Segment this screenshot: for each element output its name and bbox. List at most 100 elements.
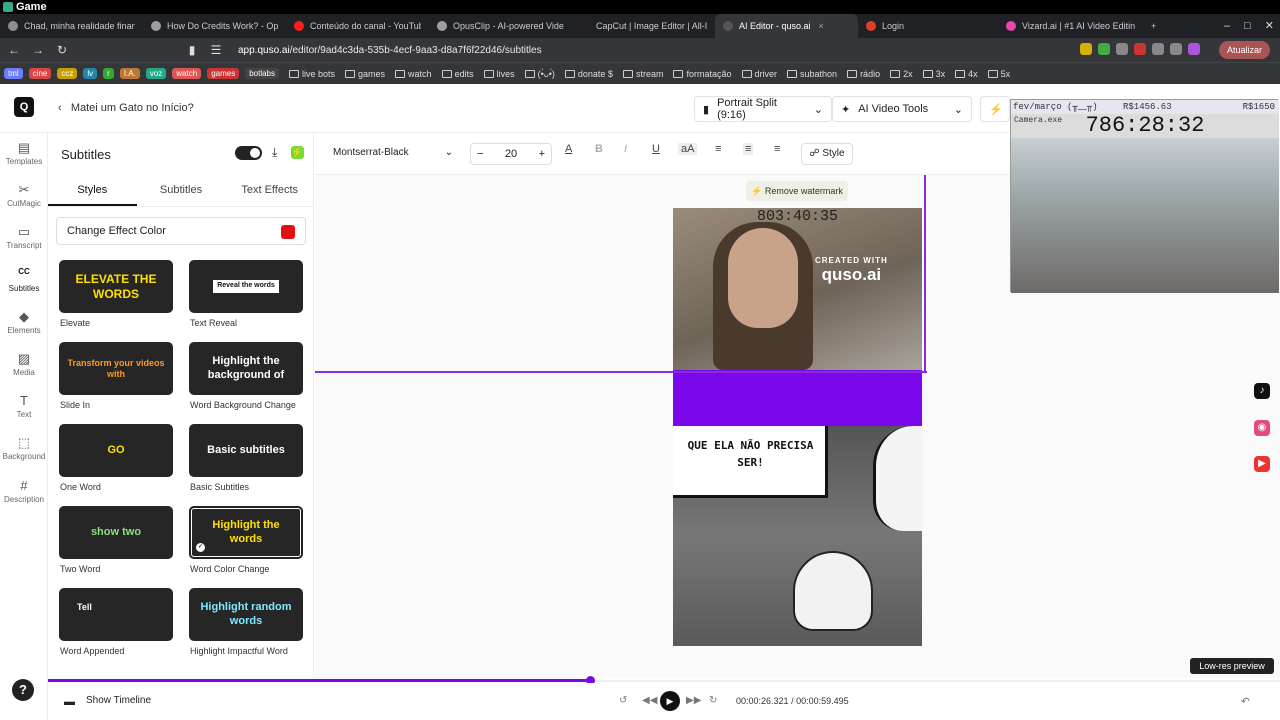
browser-tab[interactable]: CapCut | Image Editor | All-In	[572, 14, 715, 38]
subtitle-style-card[interactable]: Highlight the words ✓	[189, 506, 303, 559]
browser-tab[interactable]: How Do Credits Work? - Opus	[143, 14, 286, 38]
forward-arrow-icon[interactable]: →	[28, 43, 48, 57]
extension-icon[interactable]	[1134, 43, 1146, 55]
align-left-icon[interactable]: ≡	[715, 143, 721, 155]
change-effect-color-button[interactable]: Change Effect Color	[56, 217, 306, 245]
bookmark-folder[interactable]: 3x	[922, 69, 945, 79]
selection-line[interactable]	[315, 371, 927, 373]
boost-icon[interactable]: ⚡	[291, 146, 304, 159]
bookmark-folder[interactable]: stream	[622, 69, 663, 79]
bookmark-folder[interactable]: watch	[395, 69, 432, 79]
youtube-shorts-icon[interactable]: ▶	[1254, 456, 1270, 472]
url-field[interactable]: app.quso.ai/editor/9ad4c3da-535b-4ecf-9a…	[238, 45, 542, 56]
bookmark-folder[interactable]: subathon	[787, 69, 837, 79]
font-size-stepper[interactable]: − 20 +	[470, 143, 552, 165]
bookmark-item[interactable]: botlabs	[245, 68, 279, 79]
play-button[interactable]: ▶	[660, 691, 680, 711]
subtitle-style-card[interactable]: Highlight the background of	[189, 342, 303, 395]
tab-subtitles[interactable]: Subtitles	[137, 173, 226, 206]
bookmark-folder[interactable]: games	[345, 69, 385, 79]
bookmark-folder[interactable]: formatação	[673, 69, 732, 79]
forward-icon[interactable]: ↻	[709, 695, 717, 706]
rail-item-cutmagic[interactable]: ✂ CutMagic	[0, 182, 48, 208]
bookmark-folder[interactable]: edits	[441, 69, 474, 79]
bookmark-folder[interactable]: donate $	[564, 69, 613, 79]
bookmark-folder[interactable]: 2x	[890, 69, 913, 79]
instagram-icon[interactable]: ◉	[1254, 420, 1270, 436]
rail-item-transcript[interactable]: ▭ Transcript	[0, 224, 48, 250]
rail-item-text[interactable]: T Text	[0, 393, 48, 419]
extension-icon[interactable]	[1080, 43, 1092, 55]
back-to-project[interactable]: ‹ Matei um Gato no Início?	[58, 102, 194, 114]
skip-back-icon[interactable]: ◀◀	[642, 695, 657, 706]
plus-icon[interactable]: +	[539, 148, 545, 160]
low-res-preview-badge[interactable]: Low-res preview	[1190, 658, 1274, 674]
undo-icon[interactable]: ↶	[1241, 695, 1250, 708]
close-window-icon[interactable]: ✕	[1265, 14, 1274, 38]
extension-icon[interactable]	[1188, 43, 1200, 55]
video-preview[interactable]: 803:40:35 CREATED WITH quso.ai QUE ELA N…	[673, 208, 922, 646]
subtitle-style-card[interactable]: Tell	[59, 588, 173, 641]
bookmark-item[interactable]: voz	[145, 68, 167, 79]
tab-text-effects[interactable]: Text Effects	[225, 173, 314, 206]
style-button[interactable]: ☍ Style	[801, 143, 853, 165]
rail-item-background[interactable]: ⬚ Background	[0, 435, 48, 461]
bookmark-item[interactable]: lv	[83, 68, 98, 79]
bookmark-folder[interactable]: 4x	[955, 69, 978, 79]
subtitle-style-card[interactable]: show two	[59, 506, 173, 559]
bookmark-folder[interactable]: (•̀ᴗ•́)	[524, 69, 555, 79]
browser-tab[interactable]: Login	[858, 14, 998, 38]
align-center-icon[interactable]: ≡	[743, 143, 754, 155]
extension-icon[interactable]	[1116, 43, 1128, 55]
reload-icon[interactable]: ↻	[52, 43, 72, 57]
download-icon[interactable]: ⤓	[272, 145, 277, 160]
extension-icon[interactable]	[1170, 43, 1182, 55]
subtitle-style-card[interactable]: Highlight random words	[189, 588, 303, 641]
minus-icon[interactable]: −	[477, 148, 483, 160]
ai-tools-select[interactable]: ✦ AI Video Tools ⌄	[832, 96, 972, 122]
bookmark-item[interactable]: ccz	[57, 68, 78, 79]
extension-icon[interactable]	[1152, 43, 1164, 55]
underline-icon[interactable]: U	[652, 143, 660, 155]
tiktok-icon[interactable]: ♪	[1254, 383, 1270, 399]
browser-tab[interactable]: Vizard.ai | #1 AI Video Editing	[998, 14, 1143, 38]
tab-styles[interactable]: Styles	[48, 173, 137, 206]
font-size-value[interactable]: 20	[505, 148, 517, 160]
skip-forward-icon[interactable]: ▶▶	[686, 695, 701, 706]
selection-edge[interactable]	[924, 175, 926, 372]
bookmark-item[interactable]: watch	[172, 68, 202, 79]
bookmark-item[interactable]: games	[207, 68, 240, 79]
subtitles-toggle[interactable]	[235, 146, 262, 160]
close-tab-icon[interactable]: ×	[819, 21, 824, 31]
bookmark-item[interactable]: r	[103, 68, 114, 79]
text-color-icon[interactable]: A	[565, 143, 572, 155]
boost-button[interactable]: ⚡	[980, 96, 1010, 122]
subtitle-style-card[interactable]: GO	[59, 424, 173, 477]
browser-tab[interactable]: Chad, minha realidade financ	[0, 14, 143, 38]
help-button[interactable]: ?	[12, 679, 34, 701]
rail-item-media[interactable]: ▨ Media	[0, 351, 48, 377]
remove-watermark-button[interactable]: ⚡ Remove watermark	[746, 181, 848, 201]
rail-item-description[interactable]: # Description	[0, 478, 48, 504]
bookmark-folder[interactable]: lives	[483, 69, 515, 79]
rewind-icon[interactable]: ↺	[619, 695, 627, 706]
browser-tab[interactable]: OpusClip - AI-powered Video	[429, 14, 572, 38]
subtitle-style-card[interactable]: ELEVATE THE WORDS	[59, 260, 173, 313]
bookmark-folder[interactable]: live bots	[289, 69, 335, 79]
rail-item-templates[interactable]: ▤ Templates	[0, 140, 48, 166]
bookmark-icon[interactable]: ▮	[182, 43, 202, 57]
new-tab-button[interactable]: +	[1143, 14, 1164, 38]
bookmark-item[interactable]: I.A.	[119, 68, 140, 79]
layout-select[interactable]: ▮ Portrait Split (9:16) ⌄	[694, 96, 832, 122]
maximize-icon[interactable]: □	[1244, 14, 1251, 38]
extension-icon[interactable]	[1098, 43, 1110, 55]
text-case-icon[interactable]: aA	[678, 143, 698, 155]
bookmark-folder[interactable]: 5x	[987, 69, 1010, 79]
effect-color-swatch[interactable]	[281, 225, 295, 239]
browser-tab[interactable]: AI Editor - quso.ai ×	[715, 14, 858, 38]
site-info-icon[interactable]: ☰	[206, 43, 226, 57]
bookmark-item[interactable]: cine	[28, 68, 52, 79]
bookmark-folder[interactable]: driver	[741, 69, 777, 79]
bookmark-item[interactable]: tml	[4, 68, 23, 79]
subtitle-style-card[interactable]: Basic subtitles	[189, 424, 303, 477]
